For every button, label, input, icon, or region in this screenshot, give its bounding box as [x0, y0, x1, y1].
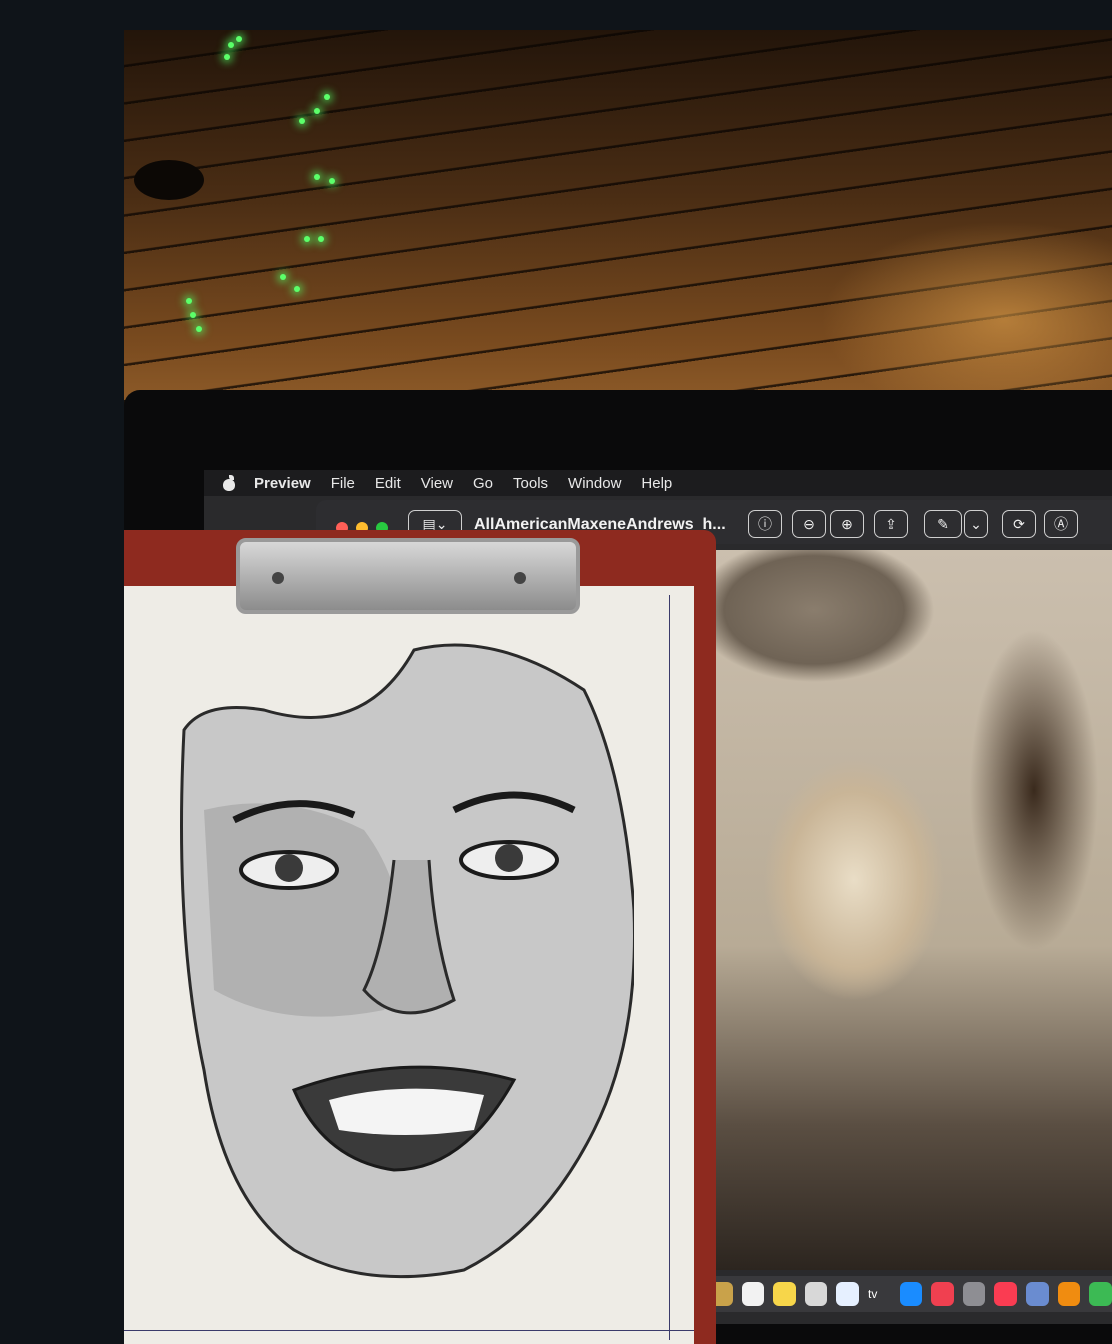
pencil-face-drawing — [180, 643, 634, 1279]
string-light — [280, 274, 286, 280]
photos-icon[interactable] — [1026, 1282, 1049, 1306]
menu-view[interactable]: View — [411, 475, 463, 492]
rotate-icon[interactable]: ⟳ — [1002, 510, 1036, 538]
notes-icon[interactable] — [773, 1282, 796, 1306]
menu-app-name[interactable]: Preview — [244, 475, 321, 492]
menu-edit[interactable]: Edit — [365, 475, 411, 492]
string-light — [324, 94, 330, 100]
string-light — [314, 108, 320, 114]
dock: tv — [704, 1276, 1112, 1312]
app-store-icon[interactable] — [899, 1282, 923, 1306]
freeform-icon[interactable] — [836, 1282, 860, 1306]
annotate-icon[interactable]: Ⓐ — [1044, 510, 1078, 538]
preview-icon[interactable] — [804, 1282, 828, 1306]
string-light — [299, 118, 305, 124]
string-light — [186, 298, 192, 304]
string-light — [294, 286, 300, 292]
vintage-portrait-photo — [704, 550, 1112, 1270]
chevron-down-icon[interactable]: ⌄ — [964, 510, 988, 538]
system-settings-icon[interactable] — [962, 1282, 986, 1306]
zoom-out-icon[interactable]: ⊖ — [792, 510, 826, 538]
menu-window[interactable]: Window — [558, 475, 631, 492]
paper-border-line — [669, 595, 670, 1340]
reminders-icon[interactable] — [741, 1282, 765, 1306]
menu-file[interactable]: File — [321, 475, 365, 492]
clip-rivet — [514, 572, 526, 584]
share-icon[interactable]: ⇪ — [874, 510, 908, 538]
wood-ceiling — [124, 30, 1112, 400]
left-iris — [275, 854, 303, 882]
menu-help[interactable]: Help — [631, 475, 682, 492]
right-iris — [495, 844, 523, 872]
menu-bar: Preview File Edit View Go Tools Window H… — [204, 470, 1112, 496]
string-light — [314, 174, 320, 180]
markup-pen-icon[interactable]: ✎ — [924, 510, 962, 538]
news-icon[interactable] — [931, 1282, 954, 1306]
clip-rivet — [272, 572, 284, 584]
menu-tools[interactable]: Tools — [503, 475, 558, 492]
string-light — [318, 236, 324, 242]
string-light — [228, 42, 234, 48]
photo-frame: Preview File Edit View Go Tools Window H… — [124, 30, 1112, 1344]
tv-icon[interactable]: tv — [868, 1287, 891, 1301]
apple-logo-icon[interactable] — [222, 475, 236, 491]
string-light — [236, 36, 242, 42]
string-light — [224, 54, 230, 60]
vlc-icon[interactable] — [1057, 1282, 1081, 1306]
menu-go[interactable]: Go — [463, 475, 503, 492]
music-icon[interactable] — [994, 1282, 1018, 1306]
string-light — [304, 236, 310, 242]
chrome-icon[interactable] — [1089, 1282, 1112, 1306]
clipboard-clip — [236, 538, 580, 614]
zoom-in-icon[interactable]: ⊕ — [830, 510, 864, 538]
light-hub — [134, 160, 204, 200]
string-light — [329, 178, 335, 184]
string-light — [190, 312, 196, 318]
paper-border-line — [124, 1330, 694, 1331]
teeth — [329, 1088, 484, 1135]
info-icon[interactable]: ⓘ — [748, 510, 782, 538]
string-light — [196, 326, 202, 332]
